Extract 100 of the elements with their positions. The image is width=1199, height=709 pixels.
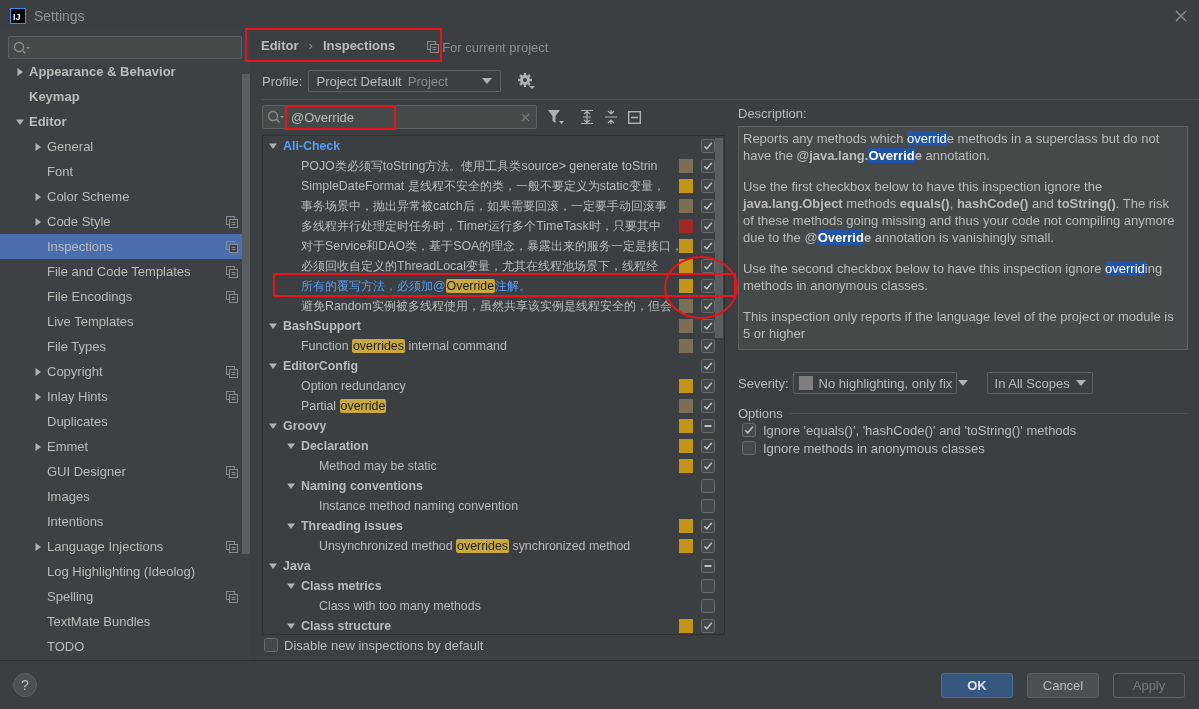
profile-dropdown[interactable]: Project Default Project xyxy=(308,70,502,92)
inspection-name[interactable]: Function overrides internal command xyxy=(301,339,675,353)
close-icon[interactable] xyxy=(1175,9,1187,22)
inspection-name[interactable]: Class with too many methods xyxy=(319,599,675,613)
checkbox[interactable] xyxy=(701,619,715,633)
sidebar-item[interactable]: Images xyxy=(0,484,242,509)
sidebar-item[interactable]: TextMate Bundles xyxy=(0,609,242,634)
collapsed-triangle-icon[interactable] xyxy=(33,141,43,152)
sidebar-item[interactable]: File Encodings xyxy=(0,284,242,309)
sidebar-item[interactable]: Editor xyxy=(0,109,242,134)
checkbox[interactable] xyxy=(701,459,715,473)
collapsed-triangle-icon[interactable] xyxy=(15,66,25,77)
ok-button[interactable]: OK xyxy=(941,672,1013,698)
checkbox[interactable] xyxy=(701,179,715,193)
checkbox[interactable] xyxy=(701,579,715,593)
scope-dropdown[interactable]: In All Scopes xyxy=(986,372,1093,394)
expand-all-icon[interactable] xyxy=(580,110,594,124)
checkbox[interactable] xyxy=(701,339,715,353)
checkbox-label[interactable]: Ignore methods in anonymous classes xyxy=(763,440,985,456)
scrollbar-thumb[interactable] xyxy=(715,138,723,338)
gear-icon[interactable] xyxy=(517,72,536,90)
checkbox[interactable] xyxy=(701,199,715,213)
help-button[interactable]: ? xyxy=(13,673,37,697)
expanded-triangle-icon[interactable] xyxy=(286,441,296,451)
inspection-group[interactable]: Class metrics xyxy=(301,579,675,593)
inspection-name[interactable]: SimpleDateFormat 是线程不安全的类，一般不要定义为static变量， xyxy=(301,177,675,195)
expanded-triangle-icon[interactable] xyxy=(286,521,296,531)
expanded-triangle-icon[interactable] xyxy=(268,561,278,571)
checkbox-label[interactable]: Disable new inspections by default xyxy=(284,637,484,653)
dialog-button[interactable]: Cancel xyxy=(1027,672,1099,698)
sidebar-item[interactable]: Intentions xyxy=(0,509,242,534)
inspection-name[interactable]: 避免Random实例被多线程使用，虽然共享该实例是线程安全的，但会 xyxy=(301,297,675,315)
expanded-triangle-icon[interactable] xyxy=(268,141,278,151)
sidebar-item[interactable]: Color Scheme xyxy=(0,184,242,209)
sidebar-item[interactable]: Inlay Hints xyxy=(0,384,242,409)
expanded-triangle-icon[interactable] xyxy=(268,361,278,371)
collapsed-triangle-icon[interactable] xyxy=(33,441,43,452)
checkbox[interactable] xyxy=(701,419,715,433)
collapsed-triangle-icon[interactable] xyxy=(33,191,43,202)
checkbox[interactable] xyxy=(701,399,715,413)
checkbox[interactable] xyxy=(701,259,715,273)
collapsed-triangle-icon[interactable] xyxy=(33,366,43,377)
checkbox[interactable] xyxy=(264,638,278,652)
inspection-name[interactable]: POJO类必须写toString方法。使用工具类source> generate toStrin xyxy=(301,157,675,175)
checkbox[interactable] xyxy=(701,439,715,453)
inspection-name[interactable]: 所有的覆写方法，必须加@Override注解。 xyxy=(301,277,675,295)
sidebar-item[interactable]: General xyxy=(0,134,242,159)
expanded-triangle-icon[interactable] xyxy=(268,421,278,431)
search-field[interactable] xyxy=(8,36,242,59)
checkbox[interactable] xyxy=(701,379,715,393)
collapsed-triangle-icon[interactable] xyxy=(33,216,43,227)
sidebar-item[interactable]: GUI Designer xyxy=(0,459,242,484)
checkbox[interactable] xyxy=(701,359,715,373)
expanded-triangle-icon[interactable] xyxy=(286,621,296,631)
search-field[interactable]: @Override xyxy=(262,105,537,129)
sidebar-item[interactable]: File and Code Templates xyxy=(0,259,242,284)
inspection-name[interactable]: Method may be static xyxy=(319,459,675,473)
scrollbar-thumb[interactable] xyxy=(242,74,250,554)
sidebar-item[interactable]: Keymap xyxy=(0,84,242,109)
collapse-all-icon[interactable] xyxy=(604,110,618,124)
sidebar-item[interactable]: TODO xyxy=(0,634,242,659)
sidebar-item[interactable]: File Types xyxy=(0,334,242,359)
inspection-group[interactable]: Java xyxy=(283,559,675,573)
checkbox-label[interactable]: Ignore 'equals()', 'hashCode()' and 'toString()' methods xyxy=(763,422,1077,438)
checkbox[interactable] xyxy=(742,441,756,455)
sidebar-item[interactable]: Font xyxy=(0,159,242,184)
inspection-group[interactable]: Class structure xyxy=(301,619,675,633)
sidebar-item[interactable]: Code Style xyxy=(0,209,242,234)
expanded-triangle-icon[interactable] xyxy=(286,581,296,591)
checkbox[interactable] xyxy=(701,159,715,173)
checkbox[interactable] xyxy=(701,559,715,573)
inspection-group[interactable]: Naming conventions xyxy=(301,479,675,493)
inspection-name[interactable]: Instance method naming convention xyxy=(319,499,675,513)
checkbox[interactable] xyxy=(742,423,756,437)
checkbox[interactable] xyxy=(701,519,715,533)
checkbox[interactable] xyxy=(701,499,715,513)
expanded-triangle-icon[interactable] xyxy=(268,321,278,331)
collapsed-triangle-icon[interactable] xyxy=(33,541,43,552)
inspection-name[interactable]: 必须回收自定义的ThreadLocal变量，尤其在线程池场景下，线程经 xyxy=(301,257,675,275)
sidebar-item[interactable]: Duplicates xyxy=(0,409,242,434)
inspection-name[interactable]: Partial override xyxy=(301,399,675,413)
checkbox[interactable] xyxy=(701,319,715,333)
inspection-group[interactable]: Declaration xyxy=(301,439,675,453)
sidebar-item[interactable]: Spelling xyxy=(0,584,242,609)
sidebar-item[interactable]: Live Templates xyxy=(0,309,242,334)
sidebar-item[interactable]: Log Highlighting (Ideolog) xyxy=(0,559,242,584)
checkbox[interactable] xyxy=(701,219,715,233)
inspection-name[interactable]: Option redundancy xyxy=(301,379,675,393)
checkbox[interactable] xyxy=(701,279,715,293)
minus-square-icon[interactable] xyxy=(628,110,641,124)
sidebar-item[interactable]: Emmet xyxy=(0,434,242,459)
collapsed-triangle-icon[interactable] xyxy=(33,391,43,402)
filter-icon[interactable] xyxy=(547,109,564,125)
inspection-group[interactable]: BashSupport xyxy=(283,319,675,333)
checkbox[interactable] xyxy=(701,239,715,253)
inspection-name[interactable]: 事务场景中，抛出异常被catch后，如果需要回滚，一定要手动回滚事 xyxy=(301,197,675,215)
checkbox[interactable] xyxy=(701,479,715,493)
checkbox[interactable] xyxy=(701,599,715,613)
inspection-group[interactable]: Threading issues xyxy=(301,519,675,533)
inspection-group[interactable]: EditorConfig xyxy=(283,359,675,373)
